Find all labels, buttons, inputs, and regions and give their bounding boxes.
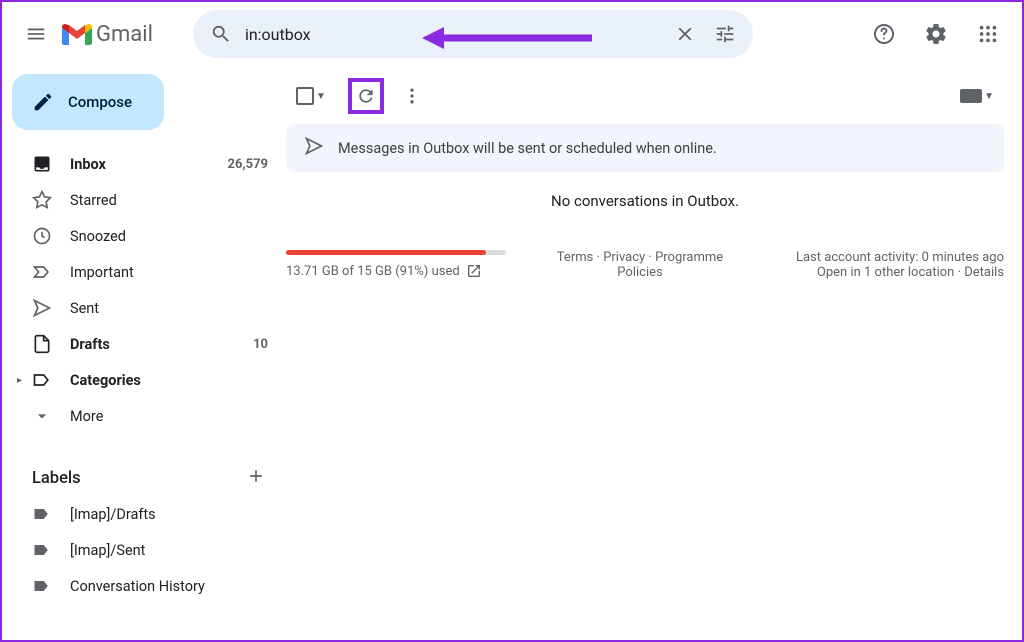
inbox-icon (32, 154, 52, 174)
empty-state-text: No conversations in Outbox. (282, 172, 1008, 230)
labels-heading: Labels (32, 469, 81, 488)
compose-button[interactable]: Compose (12, 74, 164, 130)
sidebar-item-starred[interactable]: Starred (12, 182, 282, 218)
close-icon (674, 23, 696, 45)
nav-count: 26,579 (228, 157, 269, 172)
sidebar-item-categories[interactable]: Categories (12, 362, 282, 398)
outbox-banner: Messages in Outbox will be sent or sched… (286, 124, 1004, 172)
label-text: Conversation History (70, 578, 268, 595)
footer: 13.71 GB of 15 GB (91%) used Terms · Pri… (282, 230, 1008, 300)
sidebar-item-more[interactable]: More (12, 398, 282, 434)
toolbar: ▼ ▼ (282, 66, 1008, 114)
gmail-logo-text: Gmail (96, 22, 153, 47)
terms-link[interactable]: Terms (557, 250, 594, 265)
label-tag-icon (32, 504, 52, 524)
location-text: Open in 1 other location (817, 265, 954, 280)
sidebar-item-important[interactable]: Important (12, 254, 282, 290)
main-menu-button[interactable] (14, 12, 58, 56)
help-icon (872, 22, 896, 46)
refresh-button[interactable] (348, 78, 384, 114)
send-icon (32, 298, 52, 318)
sidebar-item-drafts[interactable]: Drafts 10 (12, 326, 282, 362)
apps-button[interactable] (966, 12, 1010, 56)
sidebar-item-snoozed[interactable]: Snoozed (12, 218, 282, 254)
banner-text: Messages in Outbox will be sent or sched… (338, 140, 717, 157)
chevron-down-icon: ▼ (984, 91, 994, 102)
nav-label: Drafts (70, 336, 253, 353)
add-label-button[interactable] (246, 466, 266, 490)
apps-grid-icon (977, 23, 999, 45)
label-icon (32, 370, 52, 390)
activity-text: Last account activity: 0 minutes ago (744, 250, 1004, 265)
label-tag-icon (32, 576, 52, 596)
nav-label: Starred (70, 192, 268, 209)
sidebar-item-sent[interactable]: Sent (12, 290, 282, 326)
nav-count: 10 (253, 337, 268, 352)
storage-text: 13.71 GB of 15 GB (91%) used (286, 264, 460, 279)
more-vert-icon (402, 86, 422, 106)
nav-label: Snoozed (70, 228, 268, 245)
chevron-down-icon (32, 406, 52, 426)
search-clear-button[interactable] (665, 23, 705, 45)
sidebar-item-inbox[interactable]: Inbox 26,579 (12, 146, 282, 182)
label-imap-drafts[interactable]: [Imap]/Drafts (12, 496, 282, 532)
details-link[interactable]: Details (964, 265, 1004, 280)
draft-icon (32, 334, 52, 354)
tune-icon (714, 23, 736, 45)
keyboard-icon (960, 89, 982, 103)
gear-icon (924, 22, 948, 46)
settings-button[interactable] (914, 12, 958, 56)
label-imap-sent[interactable]: [Imap]/Sent (12, 532, 282, 568)
search-icon[interactable] (201, 23, 241, 45)
gmail-logo[interactable]: Gmail (62, 22, 153, 47)
select-dropdown-icon[interactable]: ▼ (316, 91, 326, 102)
sidebar: Compose Inbox 26,579 Starred Snoozed Imp… (2, 66, 282, 640)
open-link-icon[interactable] (466, 263, 482, 279)
label-text: [Imap]/Sent (70, 542, 268, 559)
privacy-link[interactable]: Privacy (603, 250, 645, 265)
plus-icon (246, 466, 266, 486)
support-button[interactable] (862, 12, 906, 56)
search-options-button[interactable] (705, 23, 745, 45)
gmail-logo-icon (62, 23, 92, 45)
search-bar[interactable] (193, 10, 753, 58)
nav-label: More (70, 408, 268, 425)
star-icon (32, 190, 52, 210)
compose-label: Compose (68, 93, 132, 111)
refresh-icon (356, 86, 376, 106)
hamburger-icon (25, 23, 47, 45)
more-actions-button[interactable] (402, 86, 422, 106)
select-all-checkbox[interactable]: ▼ (296, 87, 326, 105)
label-text: [Imap]/Drafts (70, 506, 268, 523)
storage-progress-bar (286, 250, 506, 255)
input-tools-button[interactable]: ▼ (960, 89, 994, 103)
nav-label: Important (70, 264, 268, 281)
label-tag-icon (32, 540, 52, 560)
label-conversation-history[interactable]: Conversation History (12, 568, 282, 604)
clock-icon (32, 226, 52, 246)
send-icon (304, 136, 324, 156)
pencil-icon (32, 91, 54, 113)
nav-label: Sent (70, 300, 268, 317)
important-icon (32, 262, 52, 282)
nav-label: Categories (70, 372, 268, 389)
nav-label: Inbox (70, 156, 228, 173)
search-input[interactable] (241, 25, 665, 44)
